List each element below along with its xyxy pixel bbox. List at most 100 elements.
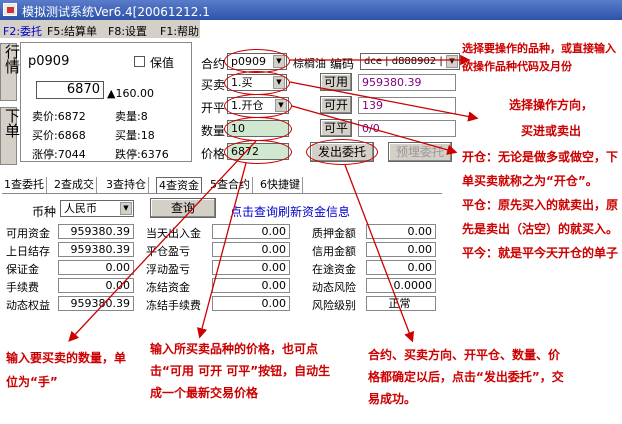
tab-positions[interactable]: 3查持仓	[104, 177, 149, 193]
fund-label: 冻结资金	[146, 281, 190, 294]
openclose-note: 开仓：无论是做多或做空，下单买卖就称之为“开仓”。 平仓：原先买入的就卖出，原先…	[462, 150, 619, 260]
fund-value: 0.00	[366, 242, 436, 257]
price-note: 输入所买卖品种的价格，也可点击“可用 可开 可平”按钮，自动生成一个最新交易价格	[150, 342, 331, 400]
code-value: dce | d888902 | E	[364, 56, 453, 67]
limit-up: 涨停:7044	[32, 148, 86, 161]
fund-value: 0.00	[212, 242, 290, 257]
title-bar: 模拟测试系统Ver6.4[20061212.1	[0, 0, 622, 20]
fund-value: 0.00	[366, 224, 436, 239]
code-label: 编码	[330, 57, 355, 71]
buysell-select[interactable]: 1.买 ▼	[227, 74, 287, 91]
refresh-hint-link[interactable]: 点击查询刷新资金信息	[230, 203, 350, 220]
fund-label: 风险级别	[312, 299, 356, 312]
window-title: 模拟测试系统Ver6.4[20061212.1	[22, 5, 210, 19]
submit-note: 合约、买卖方向、开平仓、数量、价格都确定以后，点击“发出委托”，交易成功。	[368, 348, 564, 406]
tab-orders[interactable]: 1查委托	[2, 177, 47, 193]
buy-price: 买价:6868	[32, 129, 86, 142]
contract-name: 棕榈油	[293, 57, 326, 70]
menu-item-order[interactable]: F2:委托	[3, 23, 42, 39]
quote-side-button[interactable]: 行情	[0, 43, 21, 101]
order-side-button[interactable]: 下单	[0, 107, 21, 165]
buysell-label: 买卖	[201, 78, 226, 92]
available-value: 959380.39	[358, 74, 456, 91]
currency-select[interactable]: 人民币 ▼	[60, 200, 134, 217]
query-button[interactable]: 查询	[150, 198, 216, 218]
guarantee-checkbox[interactable]	[134, 56, 145, 67]
fund-label: 平仓盈亏	[146, 245, 190, 258]
price-label: 价格	[201, 147, 226, 161]
chevron-down-icon: ▼	[273, 76, 285, 89]
fund-label: 可用资金	[6, 227, 50, 240]
openclose-label: 开平	[201, 101, 226, 115]
fund-value: 0.00	[212, 278, 290, 293]
prepare-order-button[interactable]: 预埋委托	[388, 142, 452, 162]
chevron-down-icon: ▼	[275, 99, 287, 112]
fund-value: 959380.39	[58, 296, 134, 311]
can-open-button[interactable]: 可开	[320, 96, 352, 114]
contract-select[interactable]: p0909 ▼	[227, 53, 287, 70]
qty-label: 数量	[201, 124, 226, 138]
fund-label: 在途资金	[312, 263, 356, 276]
fund-label: 保证金	[6, 263, 39, 276]
fund-value: 0.0000	[366, 278, 436, 293]
guarantee-label: 保值	[150, 56, 175, 70]
contract-value: p0909	[231, 55, 266, 68]
openclose-value: 1.开仓	[231, 99, 264, 112]
openclose-select[interactable]: 1.开仓 ▼	[227, 97, 289, 114]
last-price: 6870	[36, 81, 104, 99]
available-button[interactable]: 可用	[320, 73, 352, 91]
fund-label: 冻结手续费	[146, 299, 201, 312]
sell-price: 卖价:6872	[32, 110, 86, 123]
menu-item-help[interactable]: F1:帮助	[160, 23, 199, 39]
currency-label: 币种	[32, 205, 57, 219]
tab-contracts[interactable]: 5查合约	[208, 177, 253, 193]
price-change: ▲160.00	[107, 87, 154, 100]
menu-item-settings[interactable]: F8:设置	[108, 23, 147, 39]
buy-qty: 买量:18	[115, 129, 155, 142]
fund-label: 浮动盈亏	[146, 263, 190, 276]
tab-divider	[2, 193, 442, 194]
submit-order-button[interactable]: 发出委托	[310, 142, 374, 162]
can-close-button[interactable]: 可平	[320, 119, 352, 137]
fund-label: 动态风险	[312, 281, 356, 294]
fund-value: 0.00	[212, 260, 290, 275]
sell-qty: 卖量:8	[115, 110, 148, 123]
quote-symbol: p0909	[28, 54, 70, 69]
chevron-down-icon: ▼	[273, 55, 285, 68]
fund-value: 959380.39	[58, 242, 134, 257]
query-tabs: 1查委托 2查成交 3查持仓 4查资金 5查合约 6快捷键	[2, 177, 310, 193]
qty-note: 输入要买卖的数量，单位为“手”	[6, 351, 127, 389]
tab-funds[interactable]: 4查资金	[156, 177, 202, 193]
fund-value: 正常	[366, 296, 436, 311]
contract-label: 合约	[201, 57, 226, 71]
limit-down: 跌停:6376	[115, 148, 169, 161]
fund-label: 质押金额	[312, 227, 356, 240]
app-icon	[3, 3, 17, 16]
buysell-value: 1.买	[231, 76, 253, 89]
fund-value: 0.00	[366, 260, 436, 275]
can-close-value: 0/0	[358, 120, 456, 137]
chevron-down-icon: ▼	[446, 55, 458, 68]
fund-label: 动态权益	[6, 299, 50, 312]
fund-value: 0.00	[212, 224, 290, 239]
fund-label: 当天出入金	[146, 227, 201, 240]
can-open-value: 139	[358, 97, 456, 114]
fund-value: 0.00	[212, 296, 290, 311]
chevron-down-icon: ▼	[120, 202, 132, 215]
fund-label: 手续费	[6, 281, 39, 294]
currency-value: 人民币	[64, 202, 97, 215]
fund-value: 959380.39	[58, 224, 134, 239]
contract-note: 选择要操作的品种，或直接输入欲操作品种代码及月份	[462, 42, 616, 73]
tab-shortcuts[interactable]: 6快捷键	[258, 177, 303, 193]
code-select[interactable]: dce | d888902 | E ▼	[360, 53, 460, 70]
qty-input[interactable]: 10	[227, 120, 289, 137]
fund-label: 上日结存	[6, 245, 50, 258]
fund-label: 信用金额	[312, 245, 356, 258]
direction-note: 选择操作方向， 买进或卖出	[508, 98, 593, 138]
fund-value: 0.00	[58, 260, 134, 275]
menu-item-settlement[interactable]: F5:结算单	[47, 23, 97, 39]
price-input[interactable]: 6872	[227, 143, 289, 160]
fund-value: 0.00	[58, 278, 134, 293]
tab-trades[interactable]: 2查成交	[52, 177, 97, 193]
menu-bar: F2:委托 F5:结算单 F8:设置 F1:帮助	[0, 20, 200, 38]
